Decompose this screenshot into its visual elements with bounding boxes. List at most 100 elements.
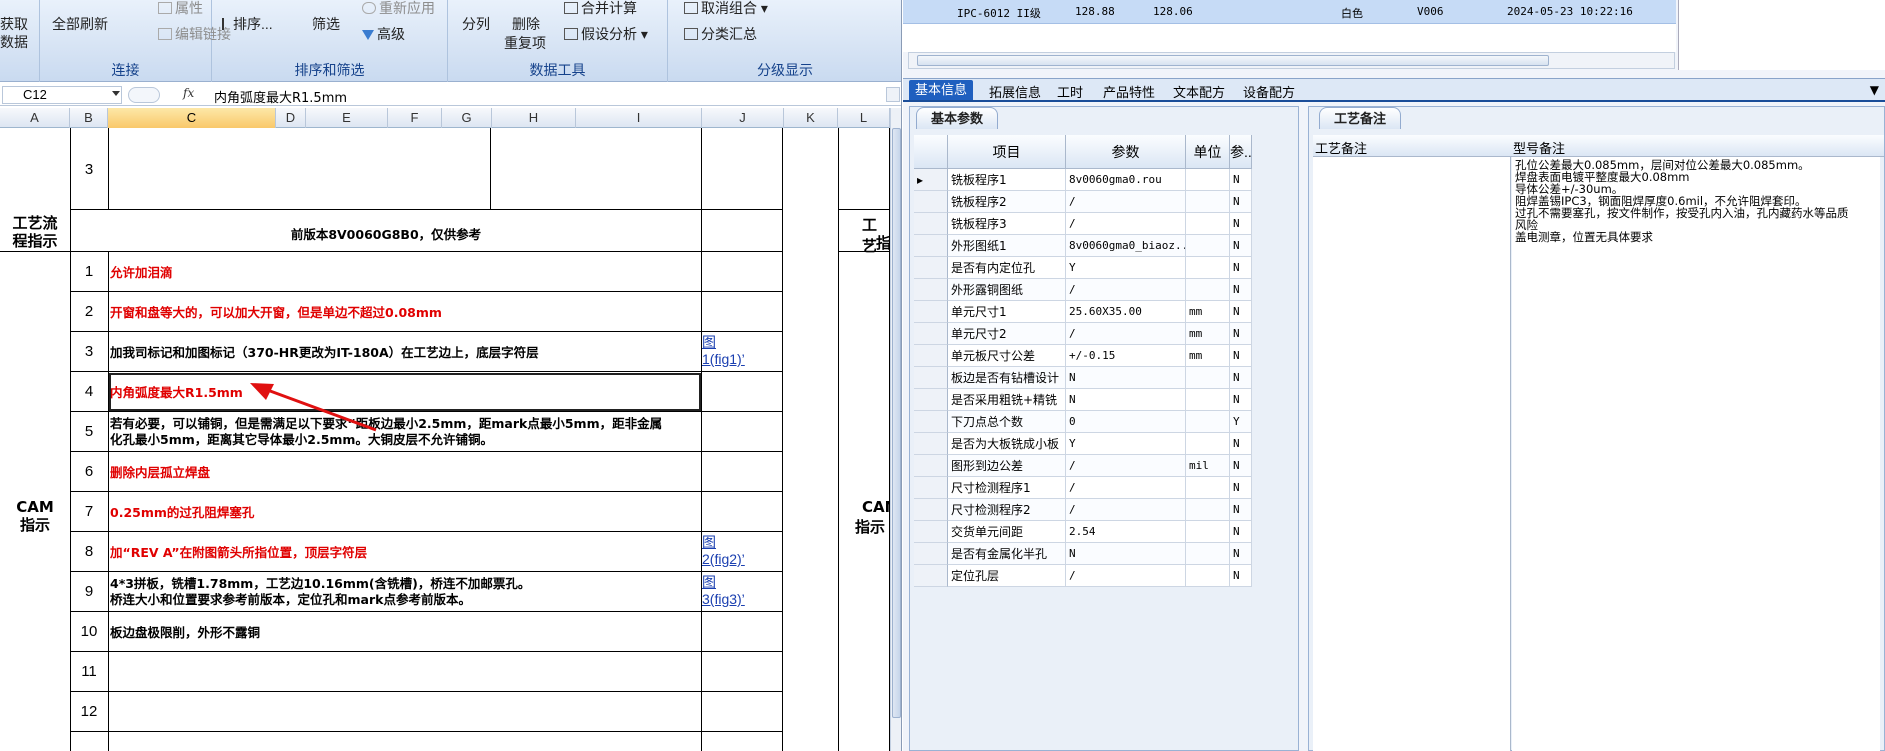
column-header-h[interactable]: H: [492, 108, 576, 128]
row-indicator[interactable]: [914, 257, 948, 279]
param-value-cell[interactable]: /: [1066, 213, 1186, 235]
row-indicator[interactable]: [914, 279, 948, 301]
cell[interactable]: [108, 252, 702, 292]
column-header-c[interactable]: C: [108, 108, 276, 128]
tab-work-hours[interactable]: 工时: [1057, 82, 1083, 101]
column-header-item[interactable]: 项目: [948, 135, 1066, 169]
param-flag-cell[interactable]: N: [1230, 565, 1252, 587]
param-flag-cell[interactable]: N: [1230, 521, 1252, 543]
cell[interactable]: [108, 128, 491, 210]
row-indicator[interactable]: [914, 191, 948, 213]
cell[interactable]: [701, 292, 783, 332]
param-item-cell[interactable]: 单元尺寸1: [948, 301, 1066, 323]
column-header-unit[interactable]: 单位: [1186, 135, 1230, 169]
subtotal-button[interactable]: 分类汇总: [684, 24, 757, 44]
param-flag-cell[interactable]: N: [1230, 169, 1252, 191]
param-unit-cell[interactable]: [1186, 169, 1230, 191]
param-flag-cell[interactable]: N: [1230, 389, 1252, 411]
model-remark-field[interactable]: 孔位公差最大0.085mm，层间对位公差最大0.085mm。 焊盘表面电镀平整度…: [1512, 157, 1880, 751]
param-value-cell[interactable]: /: [1066, 565, 1186, 587]
param-flag-cell[interactable]: N: [1230, 499, 1252, 521]
column-header-b[interactable]: B: [70, 108, 108, 128]
column-header-l[interactable]: L: [838, 108, 890, 128]
tab-basic-info[interactable]: 基本信息: [909, 80, 974, 100]
figure-link-3[interactable]: 图 3(fig3)’: [702, 574, 745, 608]
cell[interactable]: [108, 652, 702, 692]
param-item-cell[interactable]: 是否有内定位孔: [948, 257, 1066, 279]
vertical-scrollbar-thumb[interactable]: [892, 128, 901, 718]
param-value-cell[interactable]: /: [1066, 455, 1186, 477]
remove-duplicates-button-line2[interactable]: 重复项: [504, 33, 546, 53]
text-to-columns-button[interactable]: 分列: [462, 14, 490, 34]
param-unit-cell[interactable]: [1186, 411, 1230, 433]
param-value-cell[interactable]: /: [1066, 279, 1186, 301]
param-flag-cell[interactable]: N: [1230, 433, 1252, 455]
param-item-cell[interactable]: 单元板尺寸公差: [948, 345, 1066, 367]
column-header-k[interactable]: K: [784, 108, 838, 128]
horizontal-scrollbar[interactable]: [908, 52, 1675, 69]
param-flag-cell[interactable]: N: [1230, 323, 1252, 345]
get-data-button-line2[interactable]: 数据: [0, 32, 28, 52]
row-indicator[interactable]: [914, 323, 948, 345]
column-header-j[interactable]: J: [702, 108, 784, 128]
remove-duplicates-button[interactable]: 删除: [512, 14, 540, 34]
param-item-cell[interactable]: 铣板程序1: [948, 169, 1066, 191]
process-remark-tab[interactable]: 工艺备注: [1319, 107, 1402, 129]
param-unit-cell[interactable]: [1186, 235, 1230, 257]
cell[interactable]: [701, 732, 783, 751]
param-flag-cell[interactable]: Y: [1230, 411, 1252, 433]
param-flag-cell[interactable]: N: [1230, 477, 1252, 499]
param-item-cell[interactable]: 交货单元间距: [948, 521, 1066, 543]
param-flag-cell[interactable]: N: [1230, 191, 1252, 213]
column-header-f[interactable]: F: [388, 108, 442, 128]
param-item-cell[interactable]: 板边是否有钻槽设计: [948, 367, 1066, 389]
cell[interactable]: [701, 492, 783, 532]
vertical-scrollbar[interactable]: [890, 108, 901, 751]
param-unit-cell[interactable]: [1186, 477, 1230, 499]
param-value-cell[interactable]: 25.60X35.00: [1066, 301, 1186, 323]
param-flag-cell[interactable]: N: [1230, 455, 1252, 477]
param-value-cell[interactable]: N: [1066, 389, 1186, 411]
cell[interactable]: [701, 128, 783, 210]
param-item-cell[interactable]: 是否为大板铣成小板: [948, 433, 1066, 455]
cell-row-number[interactable]: [70, 732, 109, 751]
row-indicator[interactable]: [914, 543, 948, 565]
consolidate-button[interactable]: 合并计算: [564, 0, 637, 18]
filter-button[interactable]: 筛选: [312, 14, 340, 34]
param-flag-cell[interactable]: N: [1230, 367, 1252, 389]
cell[interactable]: [701, 252, 783, 292]
column-header-param[interactable]: 参数: [1066, 135, 1186, 169]
param-value-cell[interactable]: /: [1066, 191, 1186, 213]
param-item-cell[interactable]: 是否有金属化半孔: [948, 543, 1066, 565]
refresh-all-button[interactable]: 全部刷新: [52, 14, 108, 34]
param-unit-cell[interactable]: [1186, 499, 1230, 521]
cell[interactable]: [701, 692, 783, 732]
cell[interactable]: [838, 128, 890, 210]
param-item-cell[interactable]: 是否采用粗铣+精铣: [948, 389, 1066, 411]
figure-link-2[interactable]: 图 2(fig2)’: [702, 534, 745, 568]
row-indicator[interactable]: [914, 455, 948, 477]
selected-record-row[interactable]: IPC-6012 II级 128.88 128.06 白色 V006 2024-…: [903, 0, 1676, 24]
name-box-dropdown-icon[interactable]: [112, 91, 120, 96]
whatif-button[interactable]: 假设分析 ▾: [564, 24, 648, 44]
param-unit-cell[interactable]: mm: [1186, 301, 1230, 323]
cell[interactable]: [490, 128, 702, 210]
tab-extended-info[interactable]: 拓展信息: [989, 82, 1041, 101]
insert-function-icon[interactable]: fx: [183, 86, 194, 100]
expand-formula-bar-icon[interactable]: [886, 87, 900, 102]
param-unit-cell[interactable]: [1186, 257, 1230, 279]
properties-button[interactable]: 属性: [158, 0, 203, 18]
param-flag-cell[interactable]: N: [1230, 301, 1252, 323]
tab-equipment-recipe[interactable]: 设备配方: [1243, 82, 1295, 101]
column-header-a[interactable]: A: [0, 108, 70, 128]
param-unit-cell[interactable]: [1186, 389, 1230, 411]
param-unit-cell[interactable]: mm: [1186, 323, 1230, 345]
param-unit-cell[interactable]: [1186, 543, 1230, 565]
formula-cancel-enter-control[interactable]: [128, 87, 160, 103]
param-value-cell[interactable]: /: [1066, 499, 1186, 521]
advanced-button[interactable]: 高级: [362, 24, 405, 44]
figure-link-1[interactable]: 图 1(fig1)’: [702, 334, 745, 368]
cell[interactable]: [108, 732, 702, 751]
param-value-cell[interactable]: N: [1066, 367, 1186, 389]
param-flag-cell[interactable]: N: [1230, 235, 1252, 257]
